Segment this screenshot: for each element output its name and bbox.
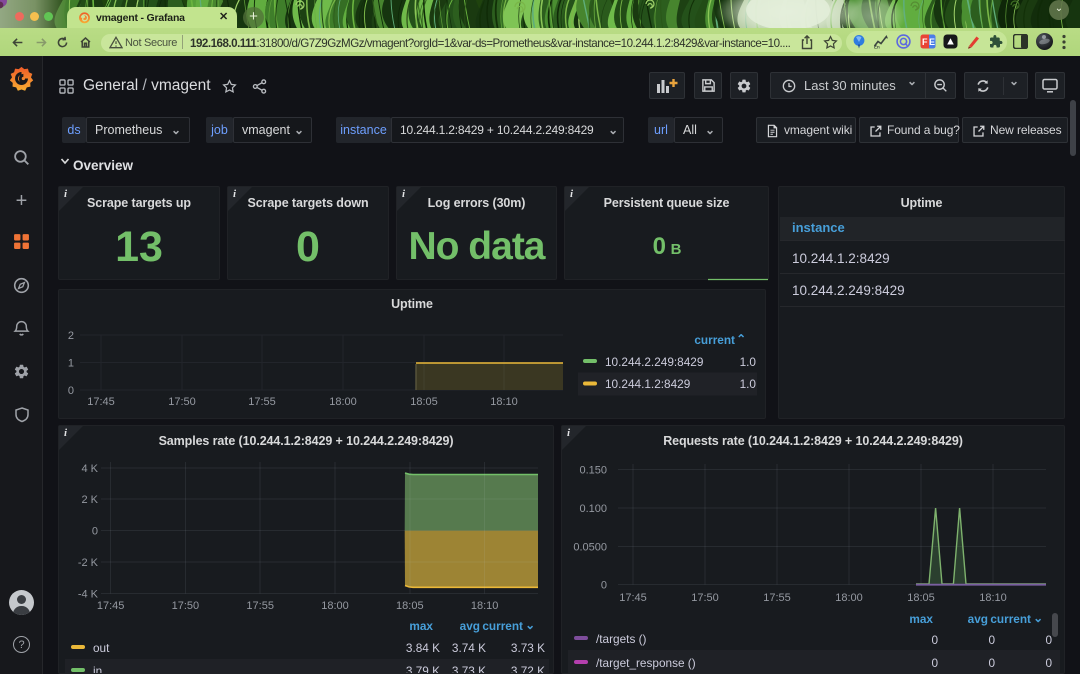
svg-text:in: in (93, 664, 102, 673)
svg-text:17:55: 17:55 (763, 592, 791, 604)
svg-text:10.244.2.249:8429: 10.244.2.249:8429 (605, 355, 703, 369)
svg-text:current: current (990, 612, 1031, 626)
svg-text:0: 0 (988, 656, 995, 670)
svg-text:out: out (93, 641, 110, 655)
svg-text:3.79 K: 3.79 K (406, 664, 440, 673)
svg-text:18:05: 18:05 (907, 592, 935, 604)
svg-text:0: 0 (92, 526, 98, 538)
svg-text:2: 2 (68, 330, 74, 342)
svg-text:3.74 K: 3.74 K (452, 641, 486, 655)
svg-text:-2 K: -2 K (78, 557, 99, 569)
svg-text:0.0500: 0.0500 (573, 541, 607, 553)
svg-text:avg: avg (460, 619, 480, 633)
svg-text:4 K: 4 K (81, 463, 98, 475)
svg-text:max: max (409, 619, 433, 633)
svg-text:max: max (909, 612, 933, 626)
svg-text:1.0: 1.0 (740, 377, 757, 391)
svg-text:17:45: 17:45 (619, 592, 647, 604)
svg-text:3.84 K: 3.84 K (406, 641, 440, 655)
svg-text:17:50: 17:50 (168, 396, 196, 408)
svg-text:18:00: 18:00 (329, 396, 357, 408)
svg-text:3.73 K: 3.73 K (452, 664, 486, 673)
svg-text:17:55: 17:55 (248, 396, 276, 408)
svg-text:1.0: 1.0 (740, 355, 757, 369)
svg-text:current: current (482, 619, 523, 633)
svg-text:1: 1 (68, 358, 74, 370)
svg-text:17:45: 17:45 (97, 600, 125, 612)
svg-text:17:50: 17:50 (172, 600, 200, 612)
svg-text:0: 0 (931, 656, 938, 670)
svg-text:18:05: 18:05 (410, 396, 438, 408)
svg-text:-4 K: -4 K (78, 588, 99, 600)
svg-text:⌄: ⌄ (1033, 611, 1043, 625)
svg-text:0.150: 0.150 (579, 465, 607, 477)
svg-text:0: 0 (1045, 656, 1052, 670)
svg-text:17:55: 17:55 (246, 600, 274, 612)
svg-text:0: 0 (931, 633, 938, 647)
svg-text:17:45: 17:45 (87, 396, 115, 408)
svg-text:⌃: ⌃ (736, 332, 746, 346)
svg-text:18:10: 18:10 (979, 592, 1007, 604)
svg-text:17:50: 17:50 (691, 592, 719, 604)
svg-text:18:05: 18:05 (396, 600, 424, 612)
svg-text:18:10: 18:10 (471, 600, 499, 612)
svg-text:3.73 K: 3.73 K (511, 641, 545, 655)
svg-text:0.100: 0.100 (579, 503, 607, 515)
svg-text:E: E (929, 37, 935, 47)
svg-text:/target_response (): /target_response () (596, 656, 696, 670)
svg-text:F: F (922, 37, 928, 47)
svg-text:10.244.1.2:8429: 10.244.1.2:8429 (605, 377, 690, 391)
svg-text:0: 0 (1045, 633, 1052, 647)
svg-text:current: current (694, 333, 735, 347)
svg-text:3.72 K: 3.72 K (511, 664, 545, 673)
svg-text:2 K: 2 K (81, 494, 98, 506)
svg-text:18:10: 18:10 (490, 396, 518, 408)
svg-text:0: 0 (601, 580, 607, 592)
svg-text:En: En (874, 45, 880, 50)
svg-text:0: 0 (68, 385, 74, 397)
svg-text:18:00: 18:00 (321, 600, 349, 612)
svg-text:/targets (): /targets () (596, 632, 647, 646)
svg-text:18:00: 18:00 (835, 592, 863, 604)
svg-text:⌄: ⌄ (525, 618, 535, 632)
svg-text:avg: avg (968, 612, 988, 626)
svg-text:0: 0 (988, 633, 995, 647)
